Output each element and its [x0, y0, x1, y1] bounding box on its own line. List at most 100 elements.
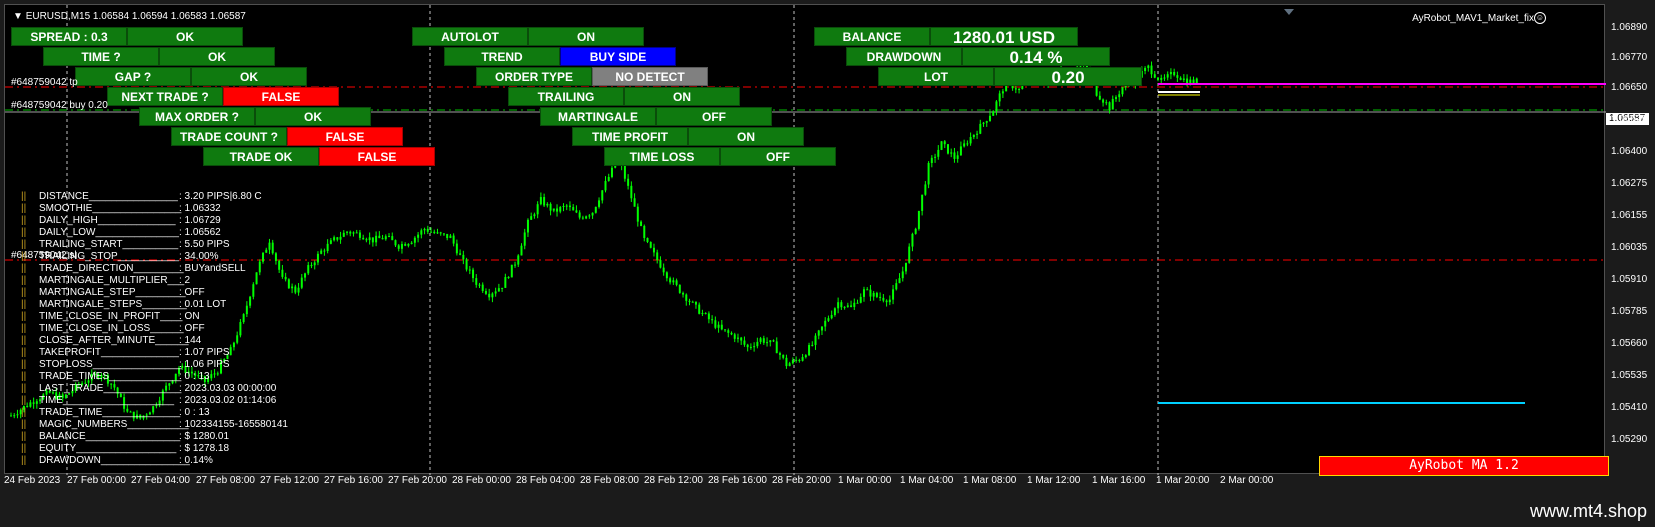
candle-body [775, 341, 778, 354]
info-row-value: : 2 [179, 275, 191, 286]
time-axis-label: 28 Feb 00:00 [452, 475, 511, 486]
candle-body [895, 283, 898, 290]
candle-body [504, 277, 507, 288]
candle-body [859, 296, 862, 303]
candle-body [352, 232, 355, 234]
candle-body [255, 272, 258, 285]
next-trade-value[interactable]: FALSE [223, 87, 339, 106]
dropdown-icon[interactable]: ▼ [13, 11, 26, 22]
max-order-value[interactable]: OK [255, 107, 371, 126]
candle-body [766, 342, 769, 344]
martingale-value[interactable]: OFF [656, 107, 772, 126]
candle-body [963, 143, 966, 147]
candle-body [426, 228, 429, 232]
time-axis-label: 1 Mar 20:00 [1156, 475, 1210, 486]
candle-body [346, 231, 349, 233]
info-row-bar: || [21, 203, 27, 214]
martingale-label[interactable]: MARTINGALE [540, 107, 656, 126]
lot-value[interactable]: 0.20 [994, 67, 1142, 86]
candle-body [497, 288, 500, 292]
smile-icon[interactable]: ☺ [1534, 12, 1546, 24]
info-row-label: DAILY_HIGH______________ [39, 215, 176, 226]
trailing-label[interactable]: TRAILING [508, 87, 624, 106]
candle-body [262, 252, 265, 262]
expert-name: AyRobot_MAV1_Market_fix [1412, 13, 1534, 24]
candle-body [769, 340, 772, 343]
candle-body [753, 346, 756, 348]
trade-ok-label[interactable]: TRADE OK [203, 147, 319, 166]
next-trade-label[interactable]: NEXT TRADE ? [107, 87, 223, 106]
candle-body [546, 203, 549, 206]
candle-body [911, 233, 914, 247]
time-profit-value[interactable]: ON [688, 127, 804, 146]
candle-body [914, 228, 917, 234]
trade-count-value[interactable]: FALSE [287, 127, 403, 146]
shift-marker-icon[interactable] [1284, 9, 1294, 15]
candle-body [1182, 78, 1185, 80]
lot-label[interactable]: LOT [878, 67, 994, 86]
balance-label[interactable]: BALANCE [814, 27, 930, 46]
candle-body [982, 122, 985, 124]
candle-body [598, 200, 601, 207]
candle-body [484, 291, 487, 294]
candle-body [588, 215, 591, 217]
candle-body [843, 306, 846, 308]
time-axis-label: 28 Feb 16:00 [708, 475, 767, 486]
candle-body [678, 284, 681, 293]
info-row-label: CLOSE_AFTER_MINUTE______ [39, 335, 189, 346]
trailing-value[interactable]: ON [624, 87, 740, 106]
trend-value[interactable]: BUY SIDE [560, 47, 676, 66]
info-row-value: : ON [179, 311, 200, 322]
gap-label[interactable]: GAP ? [75, 67, 191, 86]
candle-body [772, 340, 775, 342]
candle-body [956, 155, 959, 159]
gap-value[interactable]: OK [191, 67, 307, 86]
candle-body [265, 249, 268, 253]
trend-label[interactable]: TREND [444, 47, 560, 66]
order-type-label[interactable]: ORDER TYPE [476, 67, 592, 86]
buy-line-label: #648759042 buy 0.20 [11, 100, 108, 111]
time-label[interactable]: TIME ? [43, 47, 159, 66]
time-profit-label[interactable]: TIME PROFIT [572, 127, 688, 146]
time-loss-label[interactable]: TIME LOSS [604, 147, 720, 166]
balance-value[interactable]: 1280.01 USD [930, 27, 1078, 46]
candle-body [507, 277, 510, 279]
max-order-label[interactable]: MAX ORDER ? [139, 107, 255, 126]
spread-label[interactable]: SPREAD : 0.3 [11, 27, 127, 46]
candle-body [604, 180, 607, 191]
candle-body [468, 269, 471, 271]
candle-body [901, 271, 904, 279]
candle-body [711, 319, 714, 321]
info-row-label: MAGIC_NUMBERS___________ [39, 419, 189, 430]
autolot-label[interactable]: AUTOLOT [412, 27, 528, 46]
trade-ok-value[interactable]: FALSE [319, 147, 435, 166]
autolot-value[interactable]: ON [528, 27, 644, 46]
drawdown-value[interactable]: 0.14 % [962, 47, 1110, 66]
info-row-label: SMOOTHIE________________ [39, 203, 182, 214]
info-row-value: : $ 1278.18 [179, 443, 230, 454]
info-row-value: : 1.06 PIPS [179, 359, 230, 370]
time-axis-label: 27 Feb 12:00 [260, 475, 319, 486]
order-type-value[interactable]: NO DETECT [592, 67, 708, 86]
candle-body [26, 405, 29, 407]
candle-body [1163, 77, 1166, 79]
info-row-label: TRADE_TIME______________ [39, 407, 181, 418]
time-value[interactable]: OK [159, 47, 275, 66]
trade-count-label[interactable]: TRADE COUNT ? [171, 127, 287, 146]
drawdown-label[interactable]: DRAWDOWN [846, 47, 962, 66]
info-row-bar: || [21, 263, 27, 274]
candle-body [688, 300, 691, 302]
info-row-label: EQUITY__________________ [39, 443, 177, 454]
candle-body [210, 374, 213, 379]
time-loss-value[interactable]: OFF [720, 147, 836, 166]
spread-value[interactable]: OK [127, 27, 243, 46]
candle-body [481, 284, 484, 292]
candle-body [795, 359, 798, 361]
candle-body [420, 230, 423, 235]
candle-body [213, 373, 216, 375]
candle-body [691, 301, 694, 303]
chart-area[interactable]: ▼ EURUSD,M15 1.06584 1.06594 1.06583 1.0… [4, 4, 1609, 476]
candle-body [368, 237, 371, 241]
candle-body [830, 315, 833, 319]
candle-body [400, 244, 403, 249]
